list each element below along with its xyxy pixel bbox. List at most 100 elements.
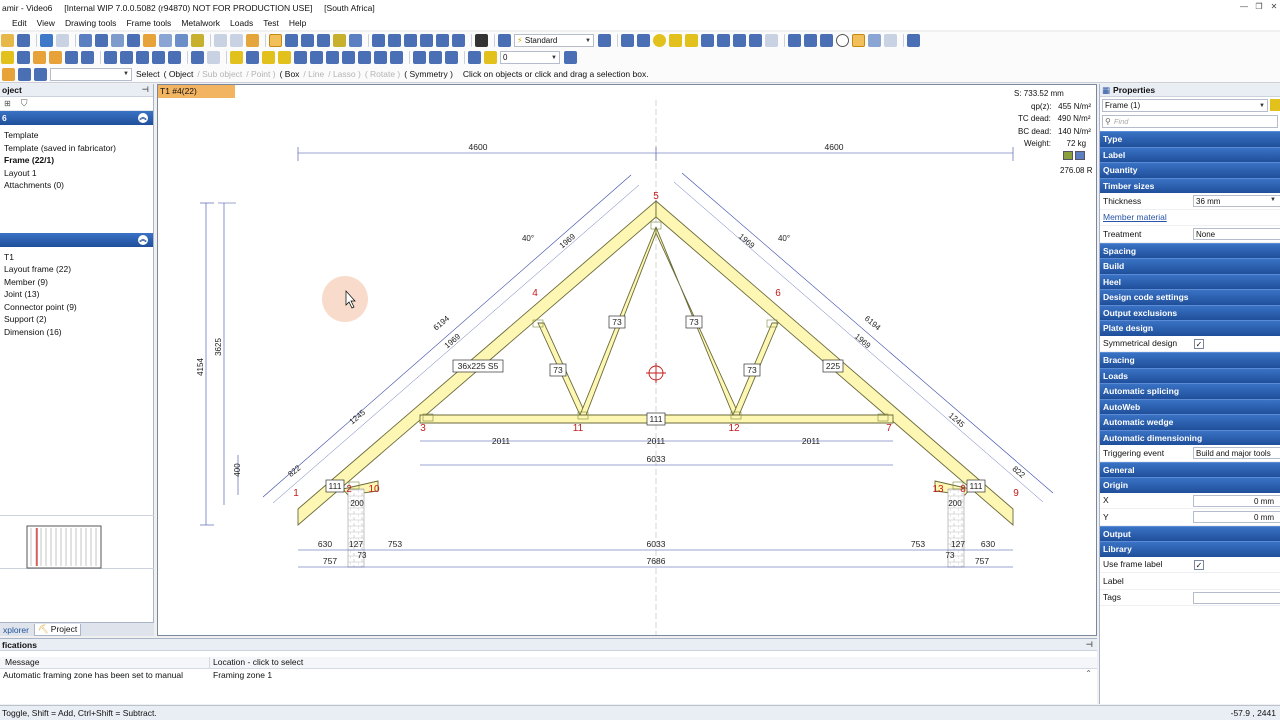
close-button[interactable]: ✕ xyxy=(1268,2,1280,12)
view-icon[interactable] xyxy=(79,34,92,47)
property-value-triggering-event[interactable]: Build and major tools xyxy=(1193,447,1280,459)
column-location[interactable]: Location - click to select xyxy=(210,657,303,668)
joint-number[interactable]: 3 xyxy=(420,423,426,434)
chord-icon[interactable] xyxy=(168,51,181,64)
category-library[interactable]: Library xyxy=(1100,541,1280,557)
select-lasso-option[interactable]: / Lasso ) xyxy=(328,69,361,79)
delete-icon[interactable] xyxy=(820,34,833,47)
expand-icon[interactable]: ⊞ xyxy=(4,99,11,108)
camera-icon[interactable] xyxy=(475,34,488,47)
collapse-icon[interactable]: ︽ xyxy=(138,113,148,123)
collapse-icon[interactable]: ︽ xyxy=(138,234,148,245)
circle-icon[interactable] xyxy=(653,34,666,47)
category-automatic-wedge[interactable]: Automatic wedge xyxy=(1100,414,1280,430)
pin-icon[interactable]: ⊣ xyxy=(142,85,149,94)
category-automatic-dimensioning[interactable]: Automatic dimensioning xyxy=(1100,429,1280,445)
pan-icon[interactable] xyxy=(317,34,330,47)
checkbox-use-frame-label[interactable]: ✓ xyxy=(1194,559,1204,570)
layer-toggle-icon[interactable] xyxy=(468,51,481,64)
member-icon[interactable] xyxy=(17,51,30,64)
style-combo[interactable]: ⚡ Standard ▼ xyxy=(514,34,594,47)
zoom-extents-icon[interactable] xyxy=(230,34,243,47)
category-type[interactable]: Type xyxy=(1100,131,1280,147)
joint-number[interactable]: 5 xyxy=(653,191,659,202)
property-value-y[interactable]: 0 mm xyxy=(1193,511,1280,523)
category-plate-design[interactable]: Plate design xyxy=(1100,320,1280,336)
chevron-down-icon[interactable]: ▼ xyxy=(1270,197,1276,203)
member-label[interactable]: 111 xyxy=(329,481,342,491)
category-build[interactable]: Build xyxy=(1100,258,1280,274)
hatch-icon[interactable] xyxy=(598,34,611,47)
member-label[interactable]: 73 xyxy=(553,365,563,375)
select-rotate-option[interactable]: ( Rotate ) xyxy=(365,69,400,79)
member-label[interactable]: 73 xyxy=(689,317,699,327)
circle-outline-icon[interactable] xyxy=(836,34,849,47)
select-sub-icon[interactable] xyxy=(285,34,298,47)
layer-manager-icon[interactable] xyxy=(564,51,577,64)
menu-view[interactable]: View xyxy=(37,18,55,28)
web-icon[interactable] xyxy=(136,51,149,64)
tree-item-frame[interactable]: Frame (22/1) xyxy=(0,154,153,167)
category-output[interactable]: Output xyxy=(1100,525,1280,541)
layer-combo[interactable]: 0 ▼ xyxy=(500,51,560,64)
redo-icon[interactable] xyxy=(56,34,69,47)
pick-2-icon[interactable] xyxy=(18,67,31,81)
category-origin[interactable]: Origin xyxy=(1100,477,1280,493)
mirror-icon[interactable] xyxy=(445,51,458,64)
tab-explorer[interactable]: xplorer xyxy=(0,624,32,636)
search-input[interactable]: ⚲ Find xyxy=(1102,115,1278,128)
maximize-button[interactable]: ❐ xyxy=(1253,2,1265,12)
joint-number[interactable]: 2 xyxy=(346,484,352,495)
tree-item-template[interactable]: Template xyxy=(0,129,153,142)
drawing-canvas[interactable]: 4600 4600 4154 3625 400 6194 6194 1969 1969 1245 8… xyxy=(157,84,1097,636)
menu-loads[interactable]: Loads xyxy=(230,18,253,28)
property-value-treatment[interactable]: None xyxy=(1193,228,1280,240)
timber-icon[interactable] xyxy=(33,51,46,64)
rotate-icon[interactable] xyxy=(436,34,449,47)
split-icon[interactable] xyxy=(404,34,417,47)
category-label[interactable]: Label xyxy=(1100,146,1280,162)
joint-number[interactable]: 10 xyxy=(368,484,380,495)
menu-metalwork[interactable]: Metalwork xyxy=(181,18,220,28)
object-combo[interactable]: Frame (1) ▼ xyxy=(1102,99,1268,112)
member-label[interactable]: 36x225 S5 xyxy=(458,361,499,371)
copy-icon[interactable] xyxy=(159,34,172,47)
category-output-exclusions[interactable]: Output exclusions xyxy=(1100,304,1280,320)
joint-number[interactable]: 9 xyxy=(1013,488,1019,499)
align-icon[interactable] xyxy=(413,51,426,64)
load-icon[interactable] xyxy=(310,51,323,64)
pick-icon[interactable] xyxy=(2,67,15,81)
truss-icon[interactable] xyxy=(104,51,117,64)
select-box-option[interactable]: ( Box xyxy=(280,69,300,79)
snap-toggle-icon[interactable] xyxy=(852,34,865,47)
bucket-icon[interactable] xyxy=(333,34,346,47)
box-frame-icon[interactable] xyxy=(191,51,204,64)
splice-icon[interactable] xyxy=(246,51,259,64)
undo-icon[interactable] xyxy=(40,34,53,47)
category-bracing[interactable]: Bracing xyxy=(1100,352,1280,368)
select-arrow-icon[interactable] xyxy=(269,34,282,47)
polyline-icon[interactable] xyxy=(701,34,714,47)
member-label[interactable]: 225 xyxy=(826,361,840,371)
selection-filter-combo[interactable]: ▼ xyxy=(50,67,132,81)
tree-item-support[interactable]: Support (2) xyxy=(0,313,153,326)
truss-2-icon[interactable] xyxy=(120,51,133,64)
dimension-icon[interactable] xyxy=(717,34,730,47)
property-label[interactable]: Member material xyxy=(1103,212,1193,222)
tag-icon[interactable] xyxy=(246,34,259,47)
rectangle-icon[interactable] xyxy=(669,34,682,47)
tree-item-attachments[interactable]: Attachments (0) xyxy=(0,179,153,192)
lightbulb-icon[interactable] xyxy=(484,51,497,64)
plate-icon[interactable] xyxy=(1063,151,1073,160)
layout-icon[interactable] xyxy=(95,34,108,47)
copy-tool-icon[interactable] xyxy=(733,34,746,47)
member-label[interactable]: 111 xyxy=(650,414,663,424)
select-object-option[interactable]: ( Object xyxy=(164,69,194,79)
sort-icon[interactable] xyxy=(1270,99,1280,111)
objects-section-header[interactable]: ︽ xyxy=(0,232,153,247)
expand-up-icon[interactable]: ⌃ xyxy=(1085,669,1092,678)
joint-number[interactable]: 13 xyxy=(932,484,944,495)
support-icon[interactable] xyxy=(207,51,220,64)
member-label[interactable]: 111 xyxy=(970,481,983,491)
menu-test[interactable]: Test xyxy=(263,18,279,28)
